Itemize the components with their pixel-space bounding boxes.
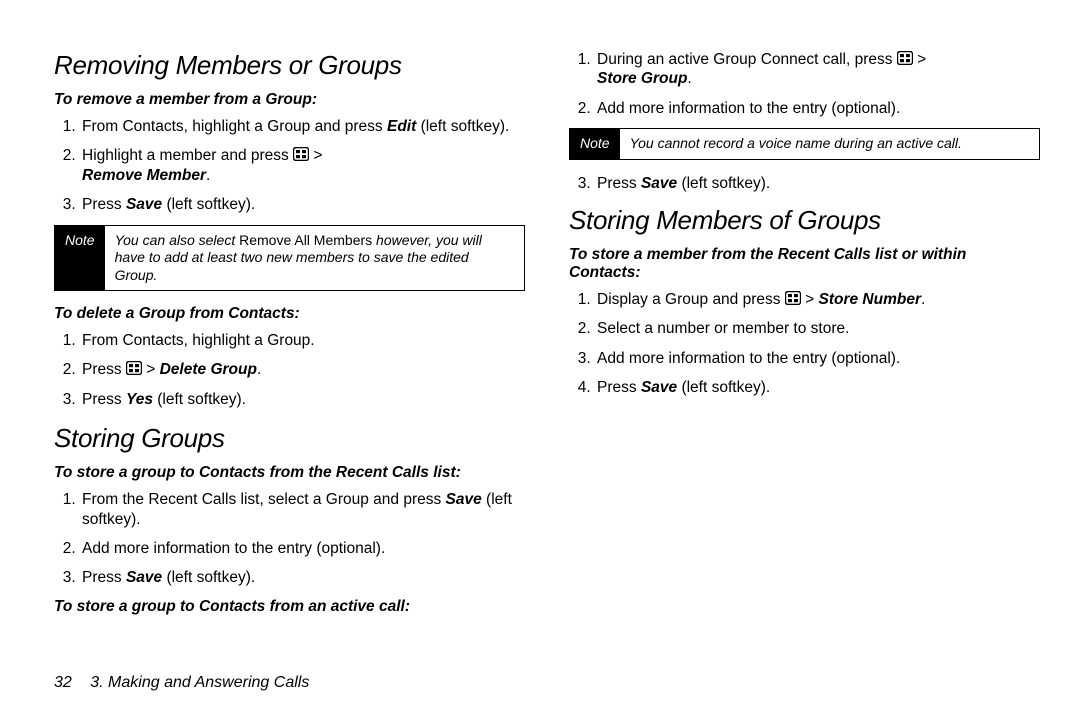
step: Press Yes (left softkey). xyxy=(80,390,525,409)
button-name: Save xyxy=(126,569,162,586)
step: Highlight a member and press > Remove Me… xyxy=(80,146,525,185)
step: Press Save (left softkey). xyxy=(80,568,525,587)
text: Remove All Members xyxy=(239,232,372,248)
menu-item: Remove Member xyxy=(82,167,206,184)
steps-remove-member: From Contacts, highlight a Group and pre… xyxy=(54,117,525,215)
text: (left softkey). xyxy=(416,118,509,135)
note-label: Note xyxy=(570,129,620,159)
heading-removing: Removing Members or Groups xyxy=(54,50,525,81)
steps-store-recent: From the Recent Calls list, select a Gro… xyxy=(54,490,525,529)
text: (left softkey). xyxy=(162,196,255,213)
menu-item: Delete Group xyxy=(160,361,257,378)
menu-item: Store Number xyxy=(819,291,922,308)
note-box: Note You can also select Remove All Memb… xyxy=(54,225,525,292)
step: Press Save (left softkey). xyxy=(80,195,525,214)
options-key-icon xyxy=(897,51,913,65)
step: Display a Group and press > Store Number… xyxy=(595,290,1040,309)
heading-storing-members: Storing Members of Groups xyxy=(569,205,1040,236)
text: Press xyxy=(597,175,641,192)
steps-store-recent-cont: Add more information to the entry (optio… xyxy=(54,539,525,588)
step: Press Save (left softkey). xyxy=(595,174,1040,193)
text: (left softkey). xyxy=(677,175,770,192)
step: From Contacts, highlight a Group and pre… xyxy=(80,117,525,136)
heading-storing-groups: Storing Groups xyxy=(54,423,525,454)
two-column-layout: Removing Members or Groups To remove a m… xyxy=(54,50,1040,650)
subheading-store-active-call: To store a group to Contacts from an act… xyxy=(54,598,525,616)
button-name: Yes xyxy=(126,391,153,408)
text: You can also select xyxy=(115,232,240,248)
step: From the Recent Calls list, select a Gro… xyxy=(80,490,525,529)
note-label: Note xyxy=(55,226,105,291)
text: From Contacts, highlight a Group and pre… xyxy=(82,118,387,135)
text: (left softkey). xyxy=(677,379,770,396)
text: During an active Group Connect call, pre… xyxy=(597,51,897,68)
step: From Contacts, highlight a Group. xyxy=(80,331,525,350)
text: > xyxy=(142,361,160,378)
step: Select a number or member to store. xyxy=(595,319,1040,338)
text: > xyxy=(309,147,322,164)
manual-page: Removing Members or Groups To remove a m… xyxy=(0,0,1080,720)
text: . xyxy=(687,70,691,87)
text: . xyxy=(257,361,261,378)
step: During an active Group Connect call, pre… xyxy=(595,50,1040,89)
options-key-icon xyxy=(126,361,142,375)
chapter-title: 3. Making and Answering Calls xyxy=(90,674,309,691)
page-number: 32 xyxy=(54,674,72,691)
text: Press xyxy=(82,196,126,213)
subheading-delete-group: To delete a Group from Contacts: xyxy=(54,305,525,323)
text: (left softkey). xyxy=(162,569,255,586)
steps-store-active-call-b: Press Save (left softkey). xyxy=(569,174,1040,193)
options-key-icon xyxy=(293,147,309,161)
text: . xyxy=(206,167,210,184)
note-text: You cannot record a voice name during an… xyxy=(620,129,1039,159)
text: > xyxy=(801,291,819,308)
note-text: You can also select Remove All Members h… xyxy=(105,226,524,291)
steps-store-active-call-a: During an active Group Connect call, pre… xyxy=(569,50,1040,118)
step: Press > Delete Group. xyxy=(80,360,525,379)
subheading-store-member: To store a member from the Recent Calls … xyxy=(569,246,1040,282)
text: Press xyxy=(82,361,126,378)
menu-item: Store Group xyxy=(597,70,687,87)
text: Press xyxy=(82,569,126,586)
text: From the Recent Calls list, select a Gro… xyxy=(82,491,446,508)
button-name: Edit xyxy=(387,118,416,135)
step: Add more information to the entry (optio… xyxy=(595,349,1040,368)
text: Display a Group and press xyxy=(597,291,785,308)
steps-delete-group: From Contacts, highlight a Group. Press … xyxy=(54,331,525,409)
button-name: Save xyxy=(641,379,677,396)
button-name: Save xyxy=(126,196,162,213)
options-key-icon xyxy=(785,291,801,305)
step: Press Save (left softkey). xyxy=(595,378,1040,397)
steps-store-member: Display a Group and press > Store Number… xyxy=(569,290,1040,398)
step: Add more information to the entry (optio… xyxy=(595,99,1040,118)
step: Add more information to the entry (optio… xyxy=(80,539,525,558)
page-footer: 32 3. Making and Answering Calls xyxy=(54,674,309,692)
text: Press xyxy=(82,391,126,408)
subheading-store-recent: To store a group to Contacts from the Re… xyxy=(54,464,525,482)
subheading-remove-member: To remove a member from a Group: xyxy=(54,91,525,109)
button-name: Save xyxy=(641,175,677,192)
text: Press xyxy=(597,379,641,396)
note-box: Note You cannot record a voice name duri… xyxy=(569,128,1040,160)
text: Highlight a member and press xyxy=(82,147,293,164)
text: (left softkey). xyxy=(153,391,246,408)
button-name: Save xyxy=(446,491,482,508)
text: . xyxy=(921,291,925,308)
text: > xyxy=(913,51,926,68)
